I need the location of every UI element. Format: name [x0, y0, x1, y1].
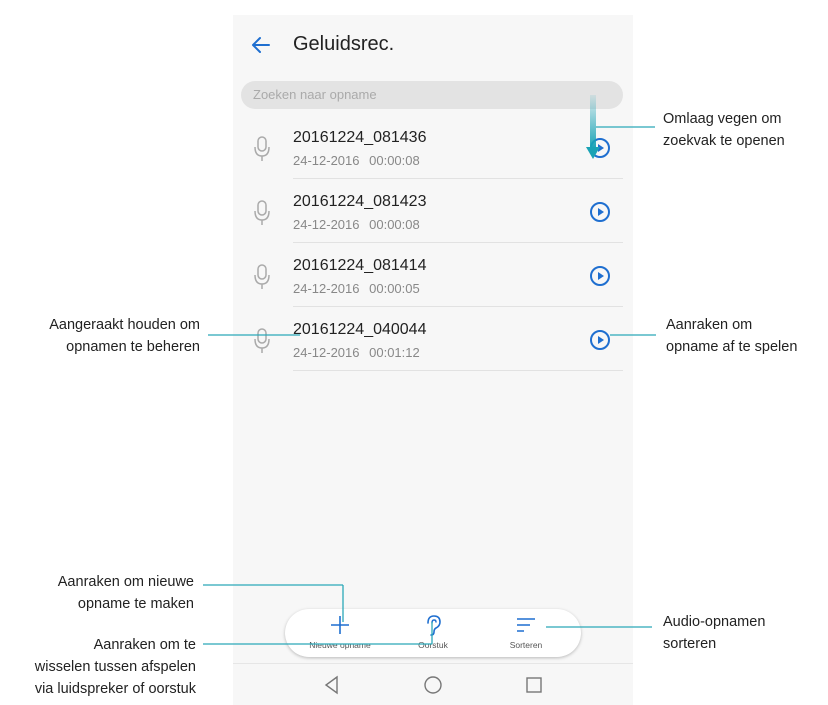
- recording-meta: 24-12-2016 00:00:08: [293, 217, 420, 232]
- system-nav-bar: [233, 663, 633, 705]
- microphone-icon: [254, 200, 270, 225]
- recording-duration: 00:00:08: [369, 217, 420, 232]
- plus-icon: [331, 616, 349, 634]
- recording-date: 24-12-2016: [293, 153, 360, 168]
- microphone-icon: [254, 264, 270, 289]
- bottom-toolbar: Nieuwe opname Oorstuk Sorteren: [285, 609, 581, 657]
- list-item[interactable]: 20161224_081436 24-12-2016 00:00:08: [233, 115, 633, 179]
- phone-screen: Geluidsrec. Zoeken naar opname 20161224_…: [233, 15, 633, 705]
- sort-annotation: Audio-opnamen sorteren: [663, 614, 766, 652]
- recording-name: 20161224_081423: [293, 193, 427, 210]
- divider: [293, 370, 623, 371]
- list-item[interactable]: 20161224_081423 24-12-2016 00:00:08: [233, 179, 633, 243]
- recording-meta: 24-12-2016 00:00:08: [293, 153, 420, 168]
- recording-date: 24-12-2016: [293, 345, 360, 360]
- new-recording-button[interactable]: Nieuwe opname: [295, 609, 385, 657]
- earpiece-label: Oorstuk: [418, 640, 448, 650]
- hold-annotation: Aangeraakt houden om opnamen te beheren: [49, 317, 200, 355]
- sort-icon: [517, 618, 535, 632]
- recording-name: 20161224_040044: [293, 321, 427, 338]
- nav-home-icon[interactable]: [422, 674, 444, 696]
- recording-meta: 24-12-2016 00:01:12: [293, 345, 420, 360]
- play-icon[interactable]: [589, 329, 611, 351]
- sort-button[interactable]: Sorteren: [481, 609, 571, 657]
- list-item[interactable]: 20161224_040044 24-12-2016 00:01:12: [233, 307, 633, 371]
- recording-date: 24-12-2016: [293, 217, 360, 232]
- earpiece-button[interactable]: Oorstuk: [388, 609, 478, 657]
- new-recording-annotation: Aanraken om nieuwe opname te maken: [57, 574, 194, 612]
- recording-duration: 00:01:12: [369, 345, 420, 360]
- search-input[interactable]: Zoeken naar opname: [241, 81, 623, 109]
- list-item[interactable]: 20161224_081414 24-12-2016 00:00:05: [233, 243, 633, 307]
- app-bar: Geluidsrec.: [233, 15, 633, 73]
- recording-duration: 00:00:05: [369, 281, 420, 296]
- recording-meta: 24-12-2016 00:00:05: [293, 281, 420, 296]
- recording-duration: 00:00:08: [369, 153, 420, 168]
- recording-date: 24-12-2016: [293, 281, 360, 296]
- page-title: Geluidsrec.: [293, 33, 395, 55]
- microphone-icon: [254, 136, 270, 161]
- play-annotation: Aanraken om opname af te spelen: [666, 317, 798, 355]
- swipe-down-arrow-icon: [586, 95, 600, 159]
- recording-name: 20161224_081414: [293, 257, 427, 274]
- sort-label: Sorteren: [509, 640, 543, 650]
- back-arrow-icon[interactable]: [249, 33, 273, 57]
- switch-annotation: Aanraken om te wisselen tussen afspelen …: [34, 637, 196, 697]
- ear-icon: [427, 615, 441, 636]
- microphone-icon: [254, 328, 270, 353]
- play-icon[interactable]: [589, 265, 611, 287]
- nav-back-icon[interactable]: [321, 674, 343, 696]
- recording-name: 20161224_081436: [293, 129, 427, 146]
- play-icon[interactable]: [589, 201, 611, 223]
- new-recording-label: Nieuwe opname: [309, 640, 371, 650]
- swipe-annotation: Omlaag vegen om zoekvak te openen: [663, 111, 785, 149]
- nav-recents-icon[interactable]: [523, 674, 545, 696]
